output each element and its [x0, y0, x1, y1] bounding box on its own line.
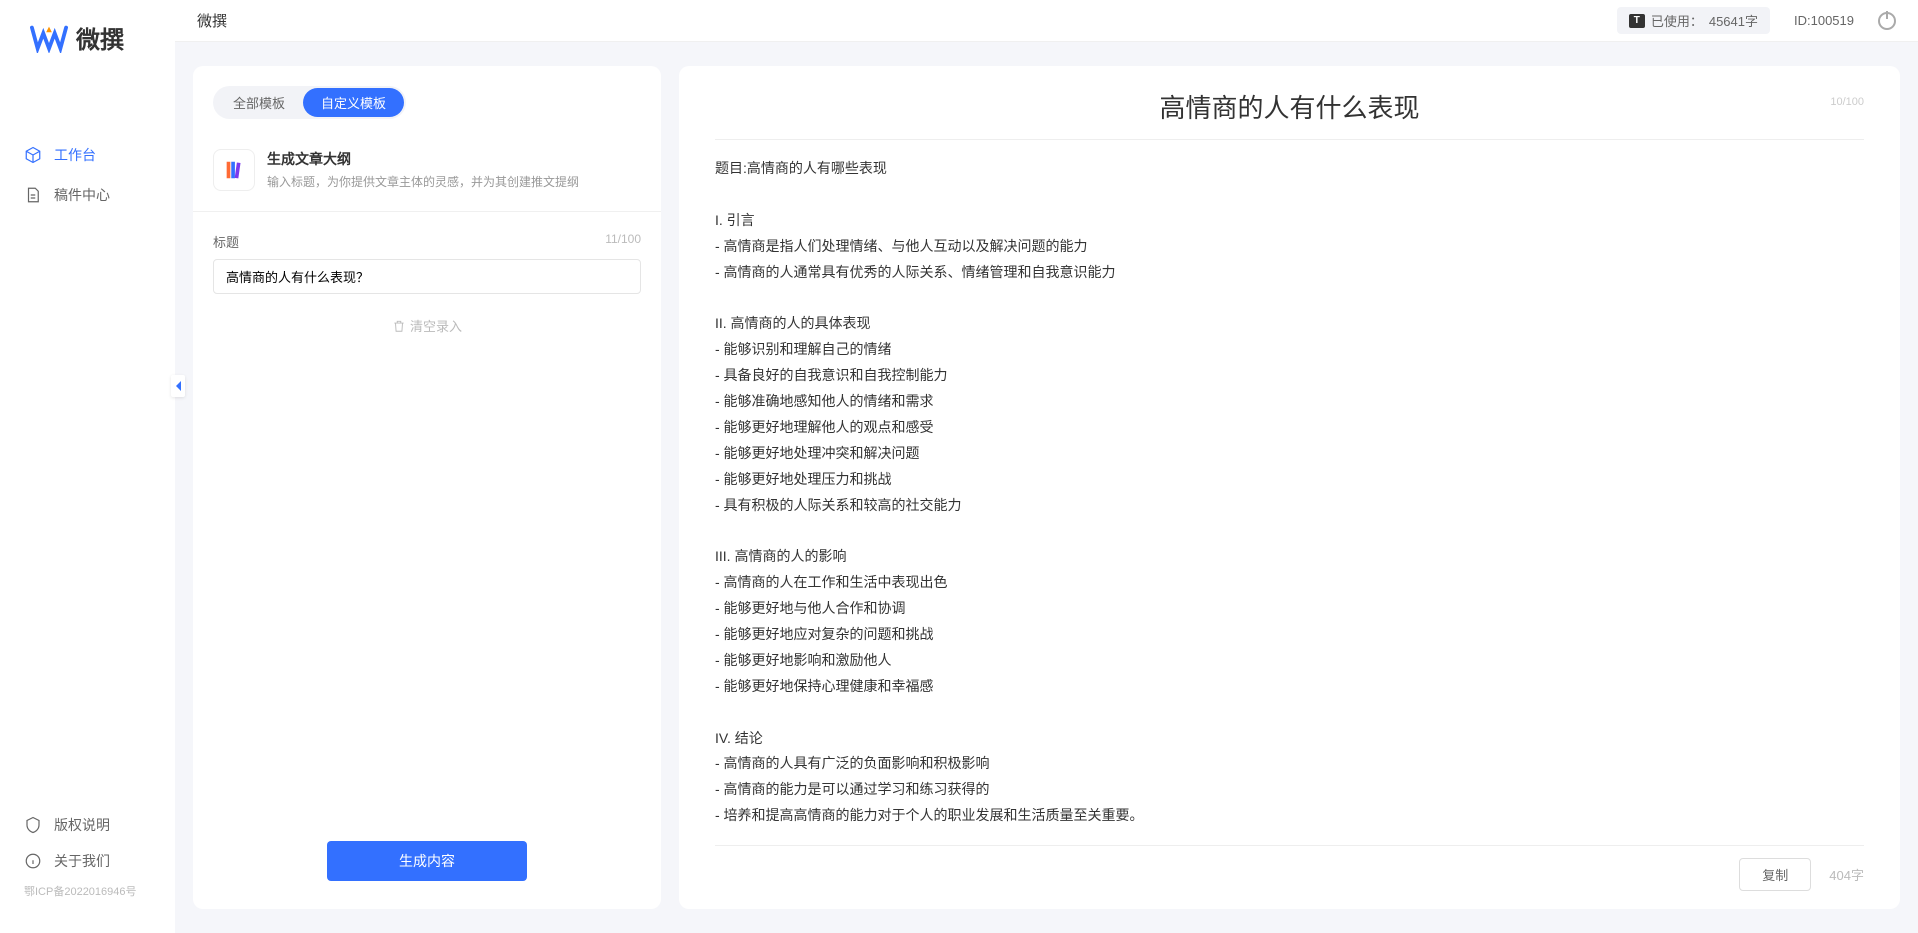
nav-main: 工作台 稿件中心	[0, 95, 175, 807]
nav-label: 版权说明	[54, 815, 110, 835]
text-count-icon: T	[1629, 14, 1645, 28]
template-card: 生成文章大纲 输入标题，为你提供文章主体的灵感，并为其创建推文提纲	[193, 133, 661, 207]
sidebar-footer: 版权说明 关于我们 鄂ICP备2022016946号	[0, 807, 175, 913]
generate-button[interactable]: 生成内容	[327, 841, 527, 881]
tab-all-templates[interactable]: 全部模板	[215, 88, 303, 117]
tab-custom-templates[interactable]: 自定义模板	[303, 88, 404, 117]
logo-text: 微撰	[76, 20, 124, 55]
usage-prefix: 已使用：	[1651, 11, 1703, 30]
icp-text: 鄂ICP备2022016946号	[0, 879, 175, 903]
logo: 微撰	[0, 20, 175, 95]
result-title: 高情商的人有什么表现	[715, 88, 1864, 125]
logo-icon	[30, 23, 68, 53]
copy-button[interactable]: 复制	[1739, 858, 1811, 891]
power-icon[interactable]	[1878, 12, 1896, 30]
title-label: 标题	[213, 232, 239, 251]
shield-icon	[24, 816, 42, 834]
page-title: 微撰	[197, 10, 227, 31]
cube-icon	[24, 146, 42, 164]
nav-label: 工作台	[54, 145, 96, 165]
template-tabs: 全部模板 自定义模板	[213, 86, 406, 119]
result-counter: 10/100	[1830, 96, 1864, 108]
nav-about[interactable]: 关于我们	[0, 843, 175, 879]
sidebar: 微撰 工作台 稿件中心 版权说明 关于我们 鄂ICP备2022016946号	[0, 0, 175, 933]
nav-label: 关于我们	[54, 851, 110, 871]
title-char-count: 11/100	[605, 232, 641, 251]
books-icon	[223, 159, 245, 181]
document-icon	[24, 186, 42, 204]
usage-badge: T 已使用： 45641字	[1617, 7, 1770, 34]
input-panel: 全部模板 自定义模板	[193, 66, 661, 909]
clear-input-button[interactable]: 清空录入	[213, 316, 641, 335]
sidebar-collapse-toggle[interactable]	[171, 375, 185, 397]
trash-icon	[392, 319, 406, 333]
nav-label: 稿件中心	[54, 185, 110, 205]
clear-label: 清空录入	[410, 316, 462, 335]
usage-count: 45641字	[1709, 11, 1758, 30]
nav-copyright[interactable]: 版权说明	[0, 807, 175, 843]
nav-drafts[interactable]: 稿件中心	[0, 175, 175, 215]
output-panel: 高情商的人有什么表现 10/100 题目:高情商的人有哪些表现 I. 引言 - …	[679, 66, 1900, 909]
template-icon	[213, 149, 255, 191]
topbar: 微撰 T 已使用： 45641字 ID:100519	[175, 0, 1918, 42]
nav-workbench[interactable]: 工作台	[0, 135, 175, 175]
result-word-count: 404字	[1829, 865, 1864, 884]
result-body: 题目:高情商的人有哪些表现 I. 引言 - 高情商是指人们处理情绪、与他人互动以…	[715, 140, 1864, 829]
divider	[193, 211, 661, 212]
title-input[interactable]	[213, 259, 641, 294]
info-icon	[24, 852, 42, 870]
user-id: ID:100519	[1794, 13, 1854, 28]
template-desc: 输入标题，为你提供文章主体的灵感，并为其创建推文提纲	[267, 173, 579, 190]
template-title: 生成文章大纲	[267, 149, 579, 169]
